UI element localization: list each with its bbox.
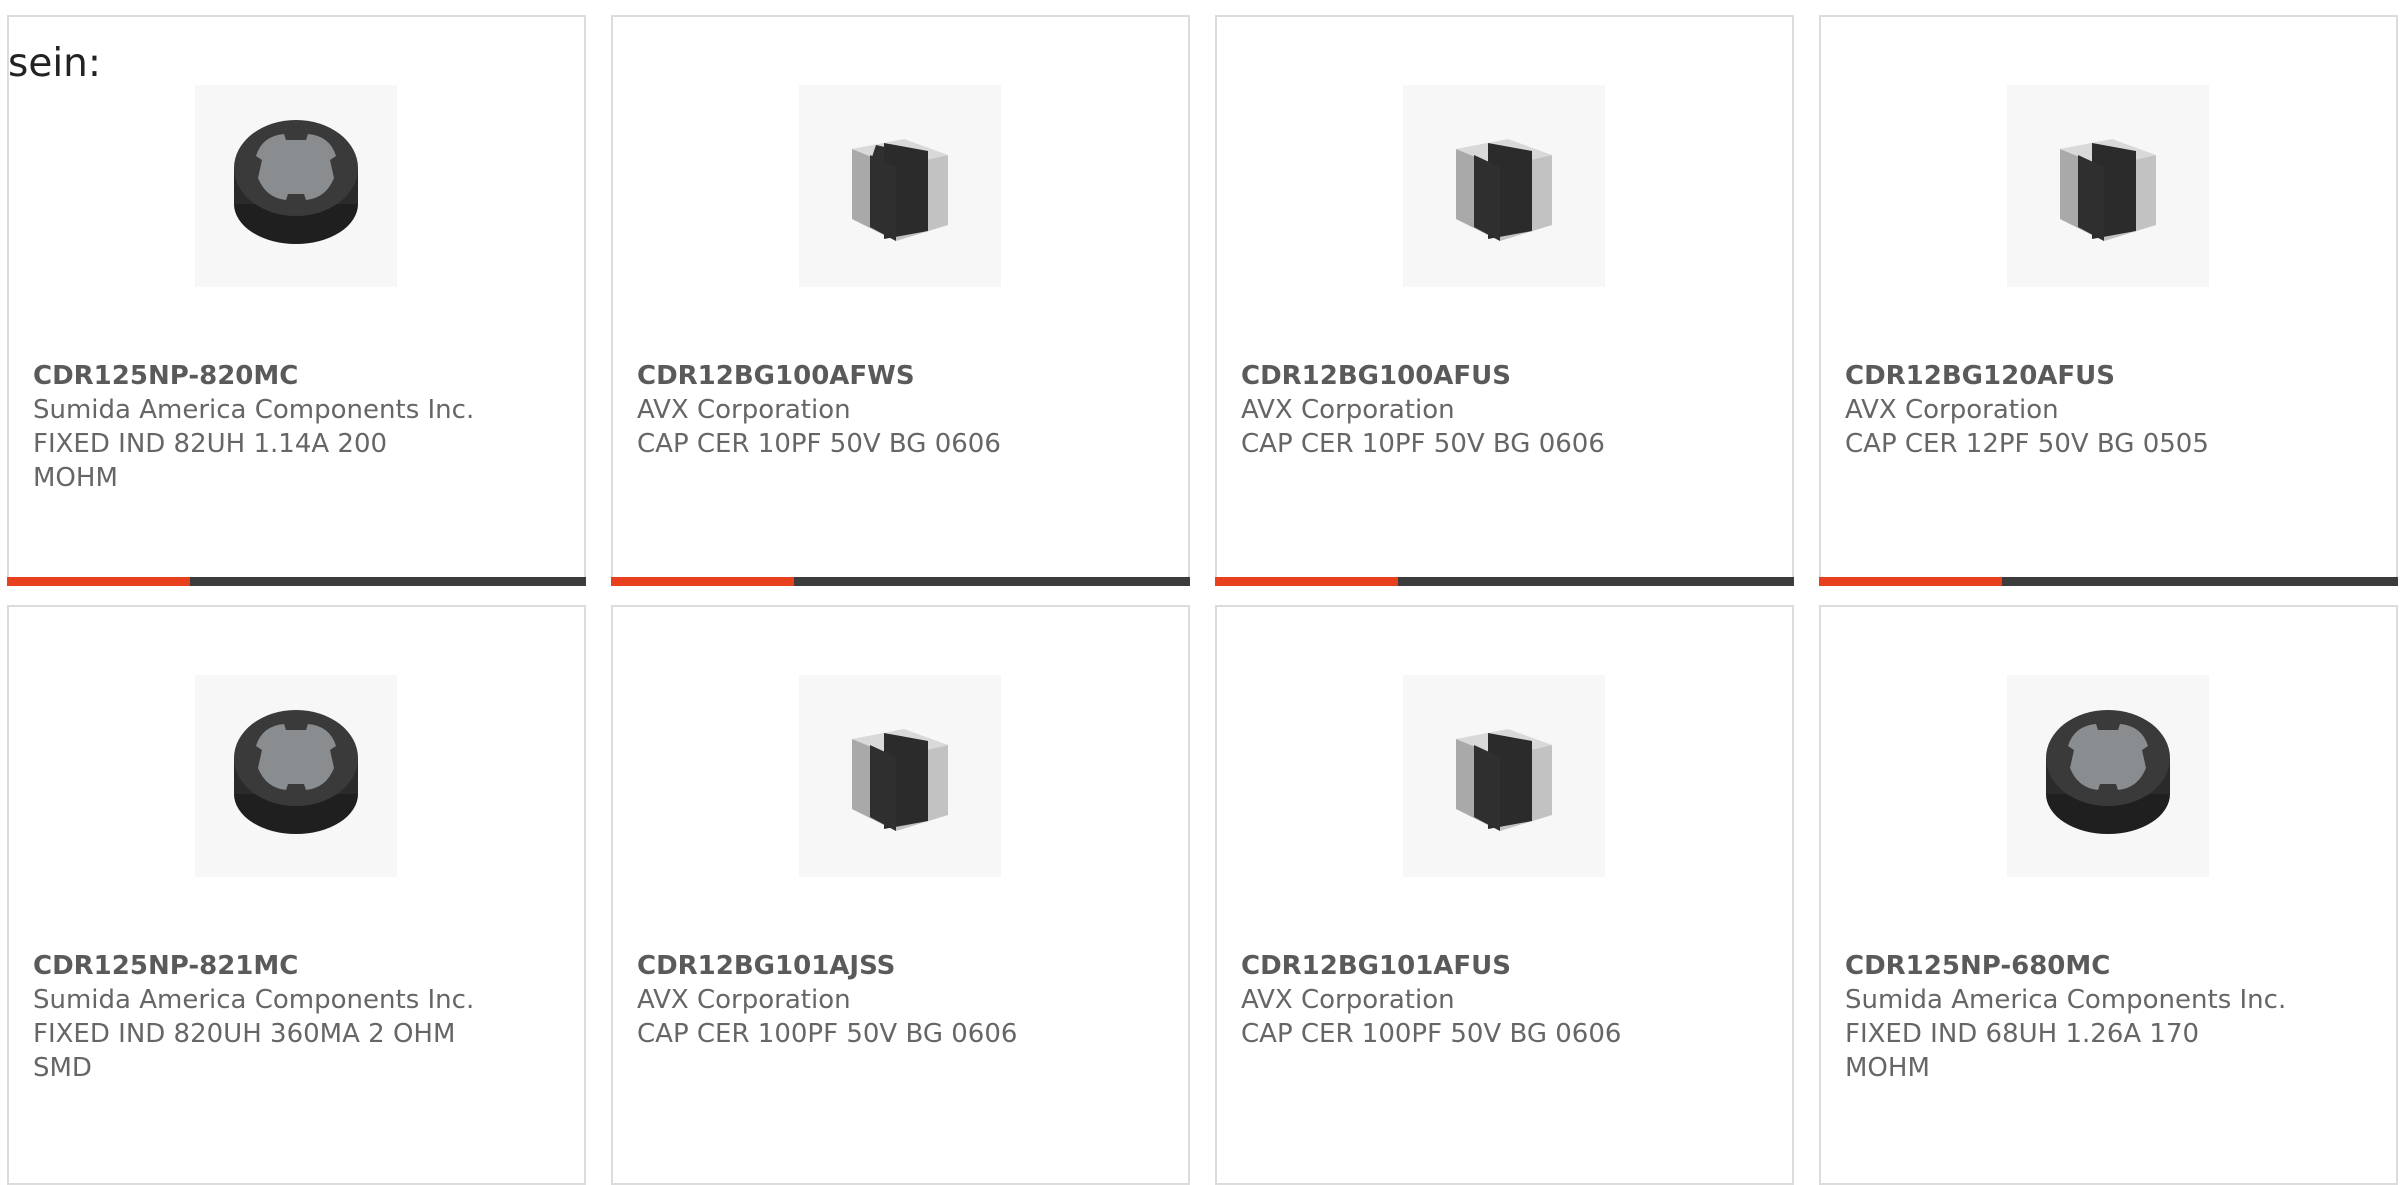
part-number[interactable]: CDR12BG100AFWS: [637, 359, 1097, 393]
card-accent: [611, 577, 794, 586]
manufacturer: Sumida America Components Inc.: [1845, 985, 2287, 1015]
capacitor-icon: [1456, 139, 1552, 241]
product-info: CDR12BG100AFWS AVX Corporation CAP CER 1…: [637, 359, 1097, 461]
part-number[interactable]: CDR125NP-820MC: [33, 359, 493, 393]
product-card[interactable]: CDR12BG100AFUS AVX Corporation CAP CER 1…: [1215, 15, 1794, 586]
card-bottom-bar: [1819, 577, 2398, 586]
description-line: MOHM: [33, 463, 118, 493]
product-card[interactable]: CDR125NP-820MC Sumida America Components…: [7, 15, 586, 586]
product-image[interactable]: [2007, 85, 2209, 287]
product-card[interactable]: CDR125NP-821MC Sumida America Components…: [7, 605, 586, 1185]
description-line: FIXED IND 820UH 360MA 2 OHM: [33, 1019, 456, 1049]
part-number[interactable]: CDR125NP-821MC: [33, 949, 493, 983]
product-info: CDR12BG101AFUS AVX Corporation CAP CER 1…: [1241, 949, 1701, 1051]
description-line: CAP CER 12PF 50V BG 0505: [1845, 429, 2209, 459]
card-bottom-bar: [611, 577, 1190, 586]
part-number[interactable]: CDR12BG101AJSS: [637, 949, 1097, 983]
product-image[interactable]: [1403, 85, 1605, 287]
product-info: CDR125NP-680MC Sumida America Components…: [1845, 949, 2305, 1085]
product-card[interactable]: CDR12BG101AFUS AVX Corporation CAP CER 1…: [1215, 605, 1794, 1185]
product-card[interactable]: CDR12BG101AJSS AVX Corporation CAP CER 1…: [611, 605, 1190, 1185]
card-accent: [1819, 577, 2002, 586]
product-card[interactable]: CDR12BG100AFWS AVX Corporation CAP CER 1…: [611, 15, 1190, 586]
description-line: CAP CER 100PF 50V BG 0606: [637, 1019, 1018, 1049]
product-info: CDR125NP-820MC Sumida America Components…: [33, 359, 493, 495]
description-line: FIXED IND 82UH 1.14A 200: [33, 429, 388, 459]
product-info: CDR12BG101AJSS AVX Corporation CAP CER 1…: [637, 949, 1097, 1051]
prefix-text: sein:: [8, 41, 102, 86]
part-number[interactable]: CDR12BG101AFUS: [1241, 949, 1701, 983]
capacitor-icon: [852, 729, 948, 831]
manufacturer: AVX Corporation: [1845, 395, 2059, 425]
manufacturer: AVX Corporation: [637, 395, 851, 425]
capacitor-icon: [1456, 729, 1552, 831]
product-image[interactable]: [195, 85, 397, 287]
product-image[interactable]: [1403, 675, 1605, 877]
product-info: CDR125NP-821MC Sumida America Components…: [33, 949, 493, 1085]
part-number[interactable]: CDR125NP-680MC: [1845, 949, 2305, 983]
description-line: MOHM: [1845, 1053, 1930, 1083]
inductor-icon: [234, 120, 358, 244]
product-image[interactable]: [799, 85, 1001, 287]
card-bottom-bar: [7, 577, 586, 586]
manufacturer: Sumida America Components Inc.: [33, 395, 475, 425]
product-info: CDR12BG120AFUS AVX Corporation CAP CER 1…: [1845, 359, 2305, 461]
card-accent: [1215, 577, 1398, 586]
product-info: CDR12BG100AFUS AVX Corporation CAP CER 1…: [1241, 359, 1701, 461]
manufacturer: AVX Corporation: [1241, 395, 1455, 425]
capacitor-icon: [2060, 139, 2156, 241]
manufacturer: Sumida America Components Inc.: [33, 985, 475, 1015]
card-accent: [7, 577, 190, 586]
part-number[interactable]: CDR12BG120AFUS: [1845, 359, 2305, 393]
description-line: CAP CER 10PF 50V BG 0606: [637, 429, 1001, 459]
manufacturer: AVX Corporation: [1241, 985, 1455, 1015]
inductor-icon: [234, 710, 358, 834]
description-line: CAP CER 100PF 50V BG 0606: [1241, 1019, 1622, 1049]
manufacturer: AVX Corporation: [637, 985, 851, 1015]
product-image[interactable]: [799, 675, 1001, 877]
product-card[interactable]: CDR12BG120AFUS AVX Corporation CAP CER 1…: [1819, 15, 2398, 586]
part-number[interactable]: CDR12BG100AFUS: [1241, 359, 1701, 393]
capacitor-icon: [852, 139, 948, 241]
card-bottom-bar: [1215, 577, 1794, 586]
description-line: SMD: [33, 1053, 92, 1083]
description-line: FIXED IND 68UH 1.26A 170: [1845, 1019, 2200, 1049]
description-line: CAP CER 10PF 50V BG 0606: [1241, 429, 1605, 459]
product-image[interactable]: [195, 675, 397, 877]
product-card[interactable]: CDR125NP-680MC Sumida America Components…: [1819, 605, 2398, 1185]
product-image[interactable]: [2007, 675, 2209, 877]
inductor-icon: [2046, 710, 2170, 834]
